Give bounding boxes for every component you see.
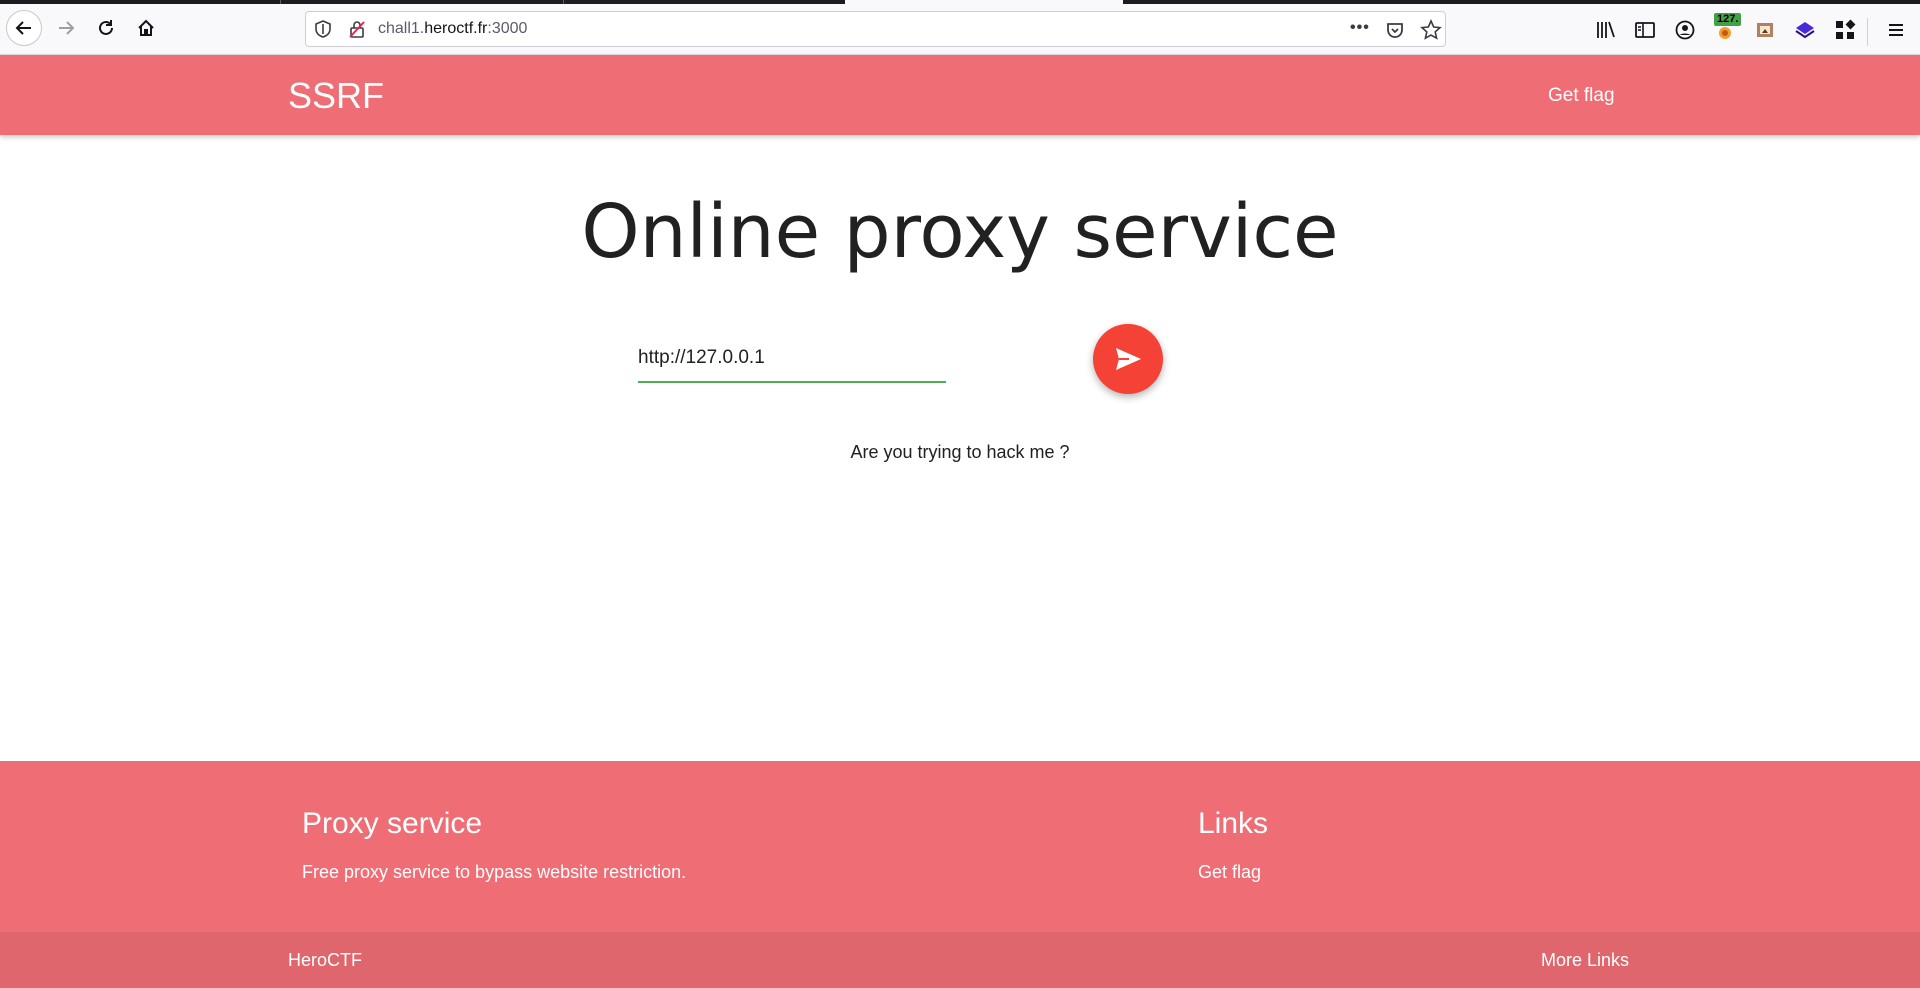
forward-icon	[59, 21, 75, 35]
url-text[interactable]: chall1.heroctf.fr:3000	[378, 20, 527, 38]
send-button[interactable]	[1093, 324, 1163, 394]
extension-badge: 127.	[1714, 13, 1742, 26]
footer-copyright-bar: HeroCTF More Links	[0, 932, 1920, 988]
home-icon	[138, 19, 154, 36]
page-footer: Proxy service Free proxy service to bypa…	[0, 761, 1920, 932]
pocket-icon[interactable]	[1385, 20, 1405, 40]
shield-icon[interactable]	[314, 20, 332, 38]
footer-about-text: Free proxy service to bypass website res…	[302, 862, 687, 882]
url-input[interactable]	[638, 335, 946, 383]
back-button[interactable]	[6, 10, 42, 46]
reload-button[interactable]	[88, 10, 124, 46]
browser-toolbar: chall1.heroctf.fr:3000 ••• 127.	[0, 4, 1920, 55]
footer-links-title: Links	[1198, 807, 1269, 840]
apps-grid-icon[interactable]	[1834, 19, 1856, 41]
library-icon[interactable]	[1594, 19, 1616, 41]
insecure-lock-icon[interactable]	[348, 20, 366, 38]
main-content: Online proxy service Are you trying to h…	[0, 135, 1920, 761]
footer-more-links[interactable]: More Links	[1541, 950, 1629, 971]
result-message: Are you trying to hack me ?	[850, 442, 1070, 462]
page-title: Online proxy service	[581, 189, 1339, 275]
address-bar[interactable]: chall1.heroctf.fr:3000 •••	[305, 11, 1446, 47]
forward-button[interactable]	[48, 10, 84, 46]
toolbar-separator	[1867, 18, 1868, 46]
layers-extension-icon[interactable]	[1794, 19, 1816, 41]
account-icon[interactable]	[1674, 19, 1696, 41]
home-button[interactable]	[128, 10, 164, 46]
reload-icon	[99, 20, 113, 35]
hamburger-menu-icon[interactable]	[1885, 19, 1907, 41]
sidebar-icon[interactable]	[1634, 19, 1656, 41]
screenshot-icon[interactable]	[1754, 19, 1776, 41]
brand-logo[interactable]: SSRF	[288, 75, 384, 117]
send-icon	[1116, 348, 1141, 370]
nav-get-flag-link[interactable]: Get flag	[1548, 85, 1615, 107]
footer-about-title: Proxy service	[302, 807, 483, 840]
footer-get-flag-link[interactable]: Get flag	[1198, 862, 1261, 883]
site-navbar: SSRF Get flag	[0, 55, 1920, 135]
bookmark-star-icon[interactable]	[1420, 19, 1442, 41]
footer-copyright: HeroCTF	[288, 950, 363, 970]
back-icon	[15, 21, 31, 35]
page-actions-button[interactable]: •••	[1350, 19, 1370, 37]
